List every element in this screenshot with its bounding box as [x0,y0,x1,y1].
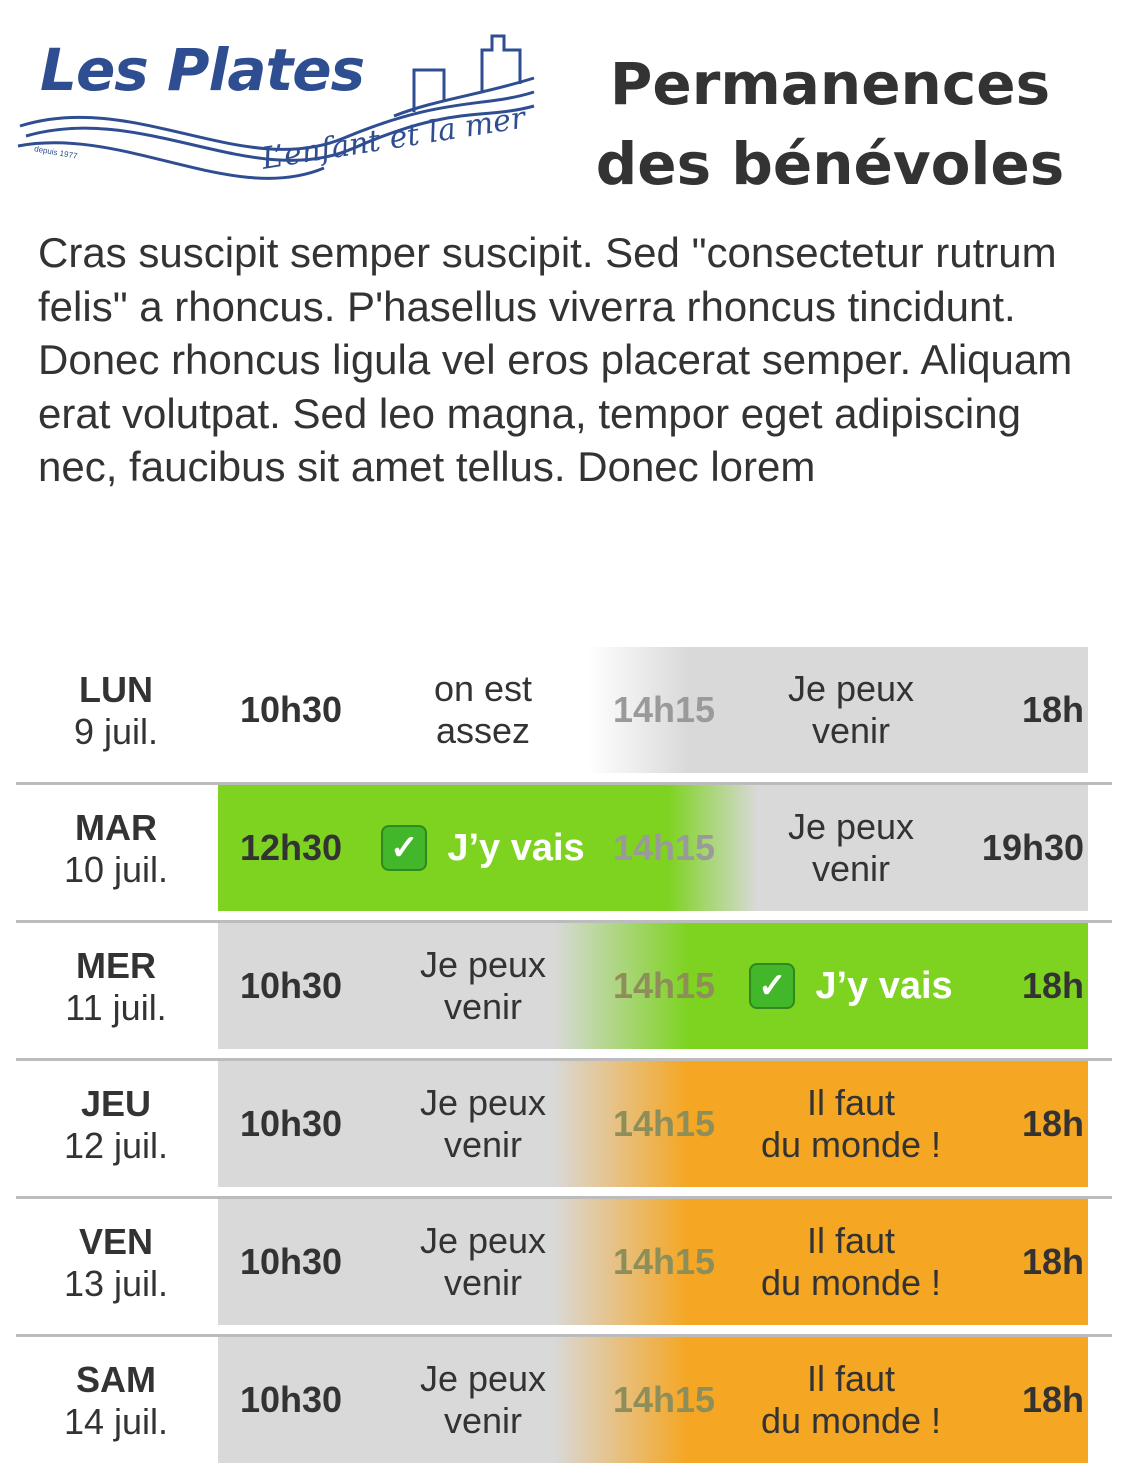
end-time: 18h [948,1199,1084,1325]
end-time: 18h [948,1061,1084,1187]
checkmark-icon: ✓ [381,825,428,871]
day-date: 13 juil. [63,1263,169,1304]
slot-2-text: Je peux venir [787,668,915,751]
mid-time: 14h15 [598,1061,730,1187]
mid-time-text: 14h15 [612,689,716,730]
day-label: LUN 9 juil. [16,645,216,775]
start-time: 10h30 [218,1337,364,1463]
mid-time: 14h15 [598,923,730,1049]
slot-2[interactable]: Il faut du monde ! [728,1061,974,1187]
start-time-text: 10h30 [239,1379,343,1420]
day-name: JEU [80,1083,152,1124]
slot-1-text: Je peux venir [419,1082,547,1165]
end-time-text: 18h [1021,965,1084,1006]
slot-2-text: J’y vais [815,965,953,1007]
start-time-text: 10h30 [239,965,343,1006]
end-time-text: 18h [1021,1103,1084,1144]
day-name: MER [76,945,156,986]
start-time: 12h30 [218,785,364,911]
slot-band[interactable]: 12h30 ✓ J’y vais 14h15 Je peux venir 19h30 [218,785,1088,911]
day-name: MAR [75,807,157,848]
end-time-text: 18h [1021,1241,1084,1282]
start-time: 10h30 [218,1199,364,1325]
slot-band[interactable]: 10h30 on est assez 14h15 Je peux venir 18h [218,647,1088,773]
start-time: 10h30 [218,1061,364,1187]
day-date: 9 juil. [73,711,159,752]
schedule-row: VEN 13 juil. 10h30 Je peux venir 14h15 Il fau… [16,1197,1112,1337]
slot-1-text: on est assez [433,668,533,751]
end-time: 19h30 [948,785,1084,911]
mid-time-text: 14h15 [612,1379,716,1420]
slot-band[interactable]: 10h30 Je peux venir 14h15 Il faut du monde … [218,1199,1088,1325]
end-time: 18h [948,923,1084,1049]
mid-time: 14h15 [598,1337,730,1463]
start-time: 10h30 [218,647,364,773]
schedule-row: MER 11 juil. 10h30 Je peux venir 14h15 ✓ J’y v… [16,921,1112,1061]
mid-time: 14h15 [598,647,730,773]
slot-1[interactable]: Je peux venir [366,1337,600,1463]
slot-2-text: Il faut du monde ! [760,1358,942,1441]
page-title-line-1: Permanences [609,50,1051,118]
day-date: 12 juil. [63,1125,169,1166]
mid-time: 14h15 [598,1199,730,1325]
mid-time-text: 14h15 [612,1103,716,1144]
mid-time-text: 14h15 [612,1241,716,1282]
end-time: 18h [948,1337,1084,1463]
start-time-text: 10h30 [239,1103,343,1144]
end-time: 18h [948,647,1084,773]
slot-band[interactable]: 10h30 Je peux venir 14h15 ✓ J’y vais 18h [218,923,1088,1049]
day-date: 11 juil. [65,987,167,1028]
intro-text: Cras suscipit semper suscipit. Sed "cons… [38,229,1073,490]
start-time-text: 12h30 [239,827,343,868]
day-label: MER 11 juil. [16,921,216,1051]
slot-2-text: Je peux venir [787,806,915,889]
mid-time: 14h15 [598,785,730,911]
start-time-text: 10h30 [239,1241,343,1282]
end-time-text: 18h [1021,1379,1084,1420]
slot-1[interactable]: Je peux venir [366,1199,600,1325]
day-label: JEU 12 juil. [16,1059,216,1189]
day-date: 10 juil. [63,849,169,890]
slot-2[interactable]: Il faut du monde ! [728,1199,974,1325]
slot-1-text: J’y vais [447,827,585,869]
mid-time-text: 14h15 [612,827,716,868]
day-label: VEN 13 juil. [16,1197,216,1327]
day-label: MAR 10 juil. [16,783,216,913]
page-title-line-2: des bénévoles [595,130,1065,198]
slot-1[interactable]: ✓ J’y vais [366,785,600,911]
slot-1[interactable]: on est assez [366,647,600,773]
day-date: 14 juil. [63,1401,169,1442]
day-label: SAM 14 juil. [16,1335,216,1465]
slot-band[interactable]: 10h30 Je peux venir 14h15 Il faut du monde … [218,1337,1088,1463]
schedule-row: JEU 12 juil. 10h30 Je peux venir 14h15 Il fau… [16,1059,1112,1199]
mid-time-text: 14h15 [612,965,716,1006]
end-time-text: 18h [1021,689,1084,730]
slot-1-text: Je peux venir [419,1358,547,1441]
day-name: LUN [79,669,153,710]
page-title: Permanences des bénévoles [560,44,1100,204]
slot-1-text: Je peux venir [419,944,547,1027]
schedule-row: MAR 10 juil. 12h30 ✓ J’y vais 14h15 Je peux ve… [16,783,1112,923]
start-time-text: 10h30 [239,689,343,730]
end-time-text: 19h30 [981,827,1084,868]
checkmark-icon: ✓ [749,963,796,1009]
slot-2-text: Il faut du monde ! [760,1220,942,1303]
slot-1-text: Je peux venir [419,1220,547,1303]
start-time: 10h30 [218,923,364,1049]
slot-2[interactable]: ✓ J’y vais [728,923,974,1049]
slot-2[interactable]: Il faut du monde ! [728,1337,974,1463]
slot-2-text: Il faut du monde ! [760,1082,942,1165]
logo-name: Les Plates [40,36,365,104]
slot-band[interactable]: 10h30 Je peux venir 14h15 Il faut du monde … [218,1061,1088,1187]
slot-2[interactable]: Je peux venir [728,647,974,773]
day-name: SAM [76,1359,156,1400]
logo: Les Plates L’enfant et la mer depuis 197… [14,30,554,215]
schedule-table: LUN 9 juil. 10h30 on est assez 14h15 Je peux … [16,645,1112,1473]
slot-2[interactable]: Je peux venir [728,785,974,911]
slot-1[interactable]: Je peux venir [366,1061,600,1187]
schedule-row: SAM 14 juil. 10h30 Je peux venir 14h15 Il fau… [16,1335,1112,1473]
schedule-row: LUN 9 juil. 10h30 on est assez 14h15 Je peux … [16,645,1112,785]
day-name: VEN [78,1221,154,1262]
slot-1[interactable]: Je peux venir [366,923,600,1049]
